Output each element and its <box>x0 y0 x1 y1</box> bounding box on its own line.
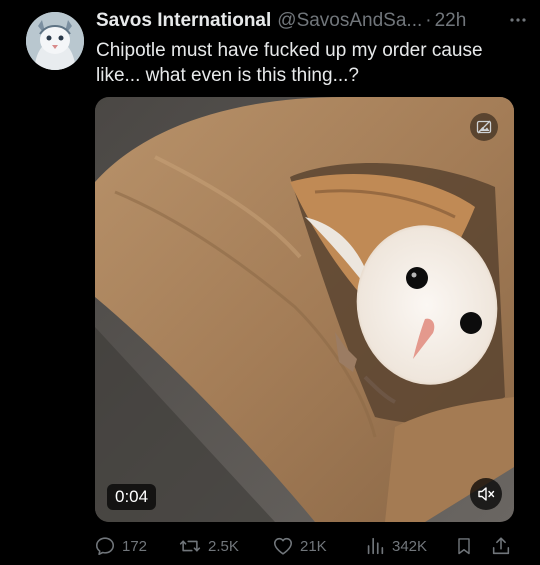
like-icon <box>273 537 293 555</box>
tweet-actions: 172 2.5K 21K 342K <box>94 533 518 559</box>
repost-button[interactable]: 2.5K <box>178 535 272 557</box>
like-button[interactable]: 21K <box>272 535 364 557</box>
video-player[interactable]: 0:04 <box>95 97 514 522</box>
reply-icon <box>95 537 115 556</box>
display-name[interactable]: Savos International <box>96 10 271 32</box>
avatar[interactable] <box>26 12 84 70</box>
share-icon <box>492 537 510 555</box>
views-count: 342K <box>392 537 428 555</box>
bookmark-icon <box>458 538 470 555</box>
picture-alt-icon <box>476 120 492 134</box>
views-icon <box>367 537 384 555</box>
mute-toggle-button[interactable] <box>470 478 502 510</box>
tweet-header: Savos International @SavosAndSa... · 22h <box>96 10 526 32</box>
repost-count: 2.5K <box>208 537 239 555</box>
repost-icon <box>179 540 201 552</box>
media-info-button[interactable] <box>470 113 498 141</box>
share-button[interactable] <box>490 535 518 557</box>
reply-button[interactable]: 172 <box>94 535 178 557</box>
separator-dot: · <box>425 10 432 31</box>
more-options-button[interactable] <box>508 10 528 30</box>
avatar-image <box>26 12 84 70</box>
timestamp[interactable]: 22h <box>435 10 467 32</box>
reply-count: 172 <box>122 537 148 555</box>
video-duration: 0:04 <box>107 484 157 510</box>
speaker-muted-icon <box>478 487 495 501</box>
tweet-text: Chipotle must have fucked up my order ca… <box>96 40 488 86</box>
user-handle[interactable]: @SavosAndSa... <box>277 10 422 32</box>
ellipsis-icon <box>510 18 526 22</box>
video-frame <box>95 97 514 522</box>
views-button[interactable]: 342K <box>364 535 454 557</box>
bookmark-button[interactable] <box>454 535 490 557</box>
like-count: 21K <box>300 537 327 555</box>
